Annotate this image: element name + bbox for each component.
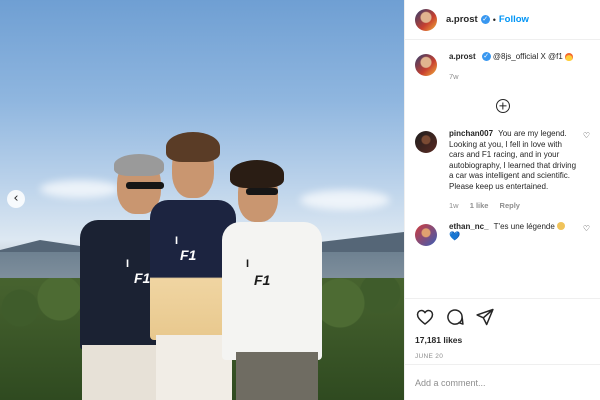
post-side-panel: a.prost ✓ • Follow a.prost ✓ @8js_officia… xyxy=(404,0,600,400)
shirt-f1-logo: F1 xyxy=(254,272,271,288)
carousel-prev-button[interactable]: ‹ xyxy=(7,190,25,208)
post-date[interactable]: JUNE 20 xyxy=(415,353,590,360)
caption: a.prost ✓ @8js_official X @f1 7w xyxy=(405,52,600,82)
blue-heart-icon: 💙 xyxy=(449,232,461,242)
comments-list: a.prost ✓ @8js_official X @f1 7w pinchan0… xyxy=(405,52,600,246)
comment-likes[interactable]: 1 like xyxy=(470,201,489,210)
caption-text: @8js_official X @f1 xyxy=(492,52,563,61)
follow-button[interactable]: Follow xyxy=(499,14,529,25)
comment-text: You are my legend. Looking at you, I fel… xyxy=(449,129,577,191)
author-username[interactable]: a.prost xyxy=(446,14,478,25)
face-emoji-icon xyxy=(557,222,566,231)
comment-text: T'es une légende xyxy=(493,221,555,231)
likes-count[interactable]: 17,181 likes xyxy=(415,335,590,345)
comment-username[interactable]: pinchan007 xyxy=(449,129,493,138)
comment-item: ethan_nc_ T'es une légende 💙 ♡ xyxy=(405,222,600,246)
heart-icon[interactable] xyxy=(415,307,435,327)
commenter-avatar[interactable] xyxy=(415,131,437,153)
shirt-print: I xyxy=(126,258,130,270)
comment-icon[interactable] xyxy=(445,307,465,327)
shirt-print: I xyxy=(175,235,179,247)
shirt-print: I xyxy=(246,258,250,270)
comment-item: pinchan007 You are my legend. Looking at… xyxy=(405,129,600,212)
author-avatar[interactable] xyxy=(415,8,437,31)
comment-like-heart-icon[interactable]: ♡ xyxy=(583,224,590,246)
cloud xyxy=(40,180,120,198)
action-bar xyxy=(415,307,590,327)
fire-emoji-icon xyxy=(565,52,574,61)
plus-circle-icon[interactable] xyxy=(495,99,510,113)
separator-dot: • xyxy=(492,14,496,25)
reply-button[interactable]: Reply xyxy=(500,201,520,210)
shirt-f1-logo: F1 xyxy=(180,247,197,263)
caption-timestamp[interactable]: 7w xyxy=(449,72,590,83)
commenter-avatar[interactable] xyxy=(415,223,437,246)
cloud xyxy=(300,190,390,210)
author-avatar[interactable] xyxy=(415,54,437,76)
add-comment-input[interactable] xyxy=(415,377,590,388)
comment-timestamp[interactable]: 1w xyxy=(449,201,459,210)
share-icon[interactable] xyxy=(475,307,495,327)
add-comment-bar xyxy=(405,364,600,400)
comment-like-heart-icon[interactable]: ♡ xyxy=(583,131,590,212)
post-actions-area: 17,181 likes JUNE 20 xyxy=(405,298,600,360)
verified-badge-icon: ✓ xyxy=(481,52,491,62)
post-header: a.prost ✓ • Follow xyxy=(405,0,600,40)
caption-username[interactable]: a.prost xyxy=(449,52,476,61)
verified-badge-icon: ✓ xyxy=(480,15,490,24)
shirt-f1-logo: F1 xyxy=(134,270,151,286)
comment-username[interactable]: ethan_nc_ xyxy=(449,222,489,231)
post-photo[interactable]: I F1 I F1 I F1 ‹ xyxy=(0,0,404,400)
